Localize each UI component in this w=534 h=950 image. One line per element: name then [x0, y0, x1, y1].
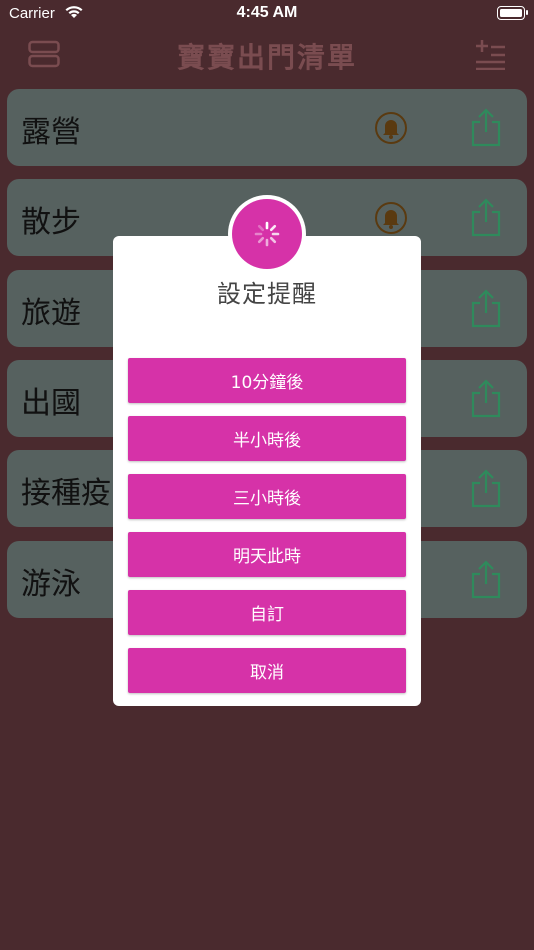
add-list-icon[interactable] — [474, 38, 506, 70]
share-icon[interactable] — [469, 197, 503, 237]
battery-icon — [497, 6, 528, 20]
share-icon[interactable] — [469, 468, 503, 508]
reminder-dialog: 設定提醒 10分鐘後 半小時後 三小時後 明天此時 自訂 取消 — [113, 236, 421, 706]
list-item-title: 出國 — [21, 386, 81, 421]
list-item[interactable]: 露營 — [7, 89, 527, 166]
list-item-title: 露營 — [21, 115, 81, 150]
option-three-hours-button[interactable]: 三小時後 — [128, 474, 406, 519]
option-tomorrow-button[interactable]: 明天此時 — [128, 532, 406, 577]
list-item-title: 游泳 — [21, 567, 81, 602]
option-10-minutes-button[interactable]: 10分鐘後 — [128, 358, 406, 403]
status-time: 4:45 AM — [236, 4, 298, 21]
bell-icon[interactable] — [374, 111, 408, 145]
option-half-hour-button[interactable]: 半小時後 — [128, 416, 406, 461]
list-item-title: 接種疫 — [21, 476, 111, 511]
option-custom-button[interactable]: 自訂 — [128, 590, 406, 635]
share-icon[interactable] — [469, 107, 503, 147]
navigation-bar: 寶寶出門清單 — [0, 28, 534, 80]
list-item-title: 旅遊 — [21, 296, 81, 331]
dialog-title: 設定提醒 — [217, 280, 317, 308]
share-icon[interactable] — [469, 378, 503, 418]
modal-badge — [228, 195, 306, 273]
share-icon[interactable] — [469, 288, 503, 328]
list-item-title: 散步 — [21, 205, 81, 240]
share-icon[interactable] — [469, 559, 503, 599]
cancel-button[interactable]: 取消 — [128, 648, 406, 693]
page-title: 寶寶出門清單 — [176, 41, 357, 74]
status-bar: Carrier 4:45 AM — [0, 0, 534, 28]
spinner-icon — [254, 221, 280, 247]
bell-icon[interactable] — [374, 201, 408, 235]
